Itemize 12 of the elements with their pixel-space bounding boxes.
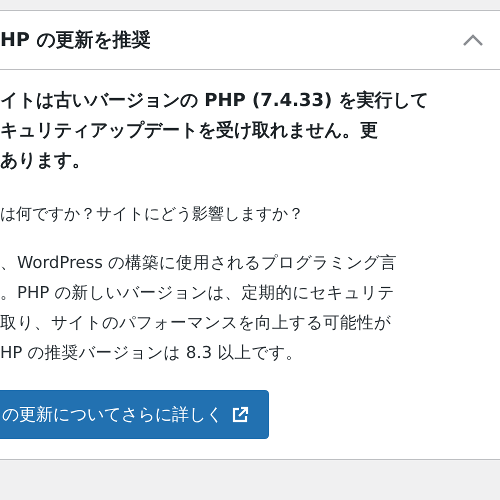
warning-text: キュリティアップデートを受け取れません。更 [0,119,379,143]
explanation-text: 。PHP の新しいバージョンは、定期的にセキュリテ [0,282,396,304]
warning-text: イトは古いバージョンの PHP (7.4.33) を実行して [0,89,430,113]
chevron-up-icon[interactable] [462,33,484,47]
explanation-text: 取り、サイトのパフォーマンスを向上する可能性が [0,312,392,334]
question-text: は何ですか？サイトにどう影響しますか？ [0,203,305,225]
widget-title: HP の更新を推奨 [0,28,150,53]
external-link-icon [231,406,249,424]
explanation-text: 、WordPress の構築に使用されるプログラミング言 [0,252,398,274]
explanation-text: HP の推奨バージョンは 8.3 以上です。 [0,342,304,364]
warning-text: あります。 [0,149,91,173]
learn-more-button[interactable]: の更新についてさらに詳しく [0,390,269,439]
